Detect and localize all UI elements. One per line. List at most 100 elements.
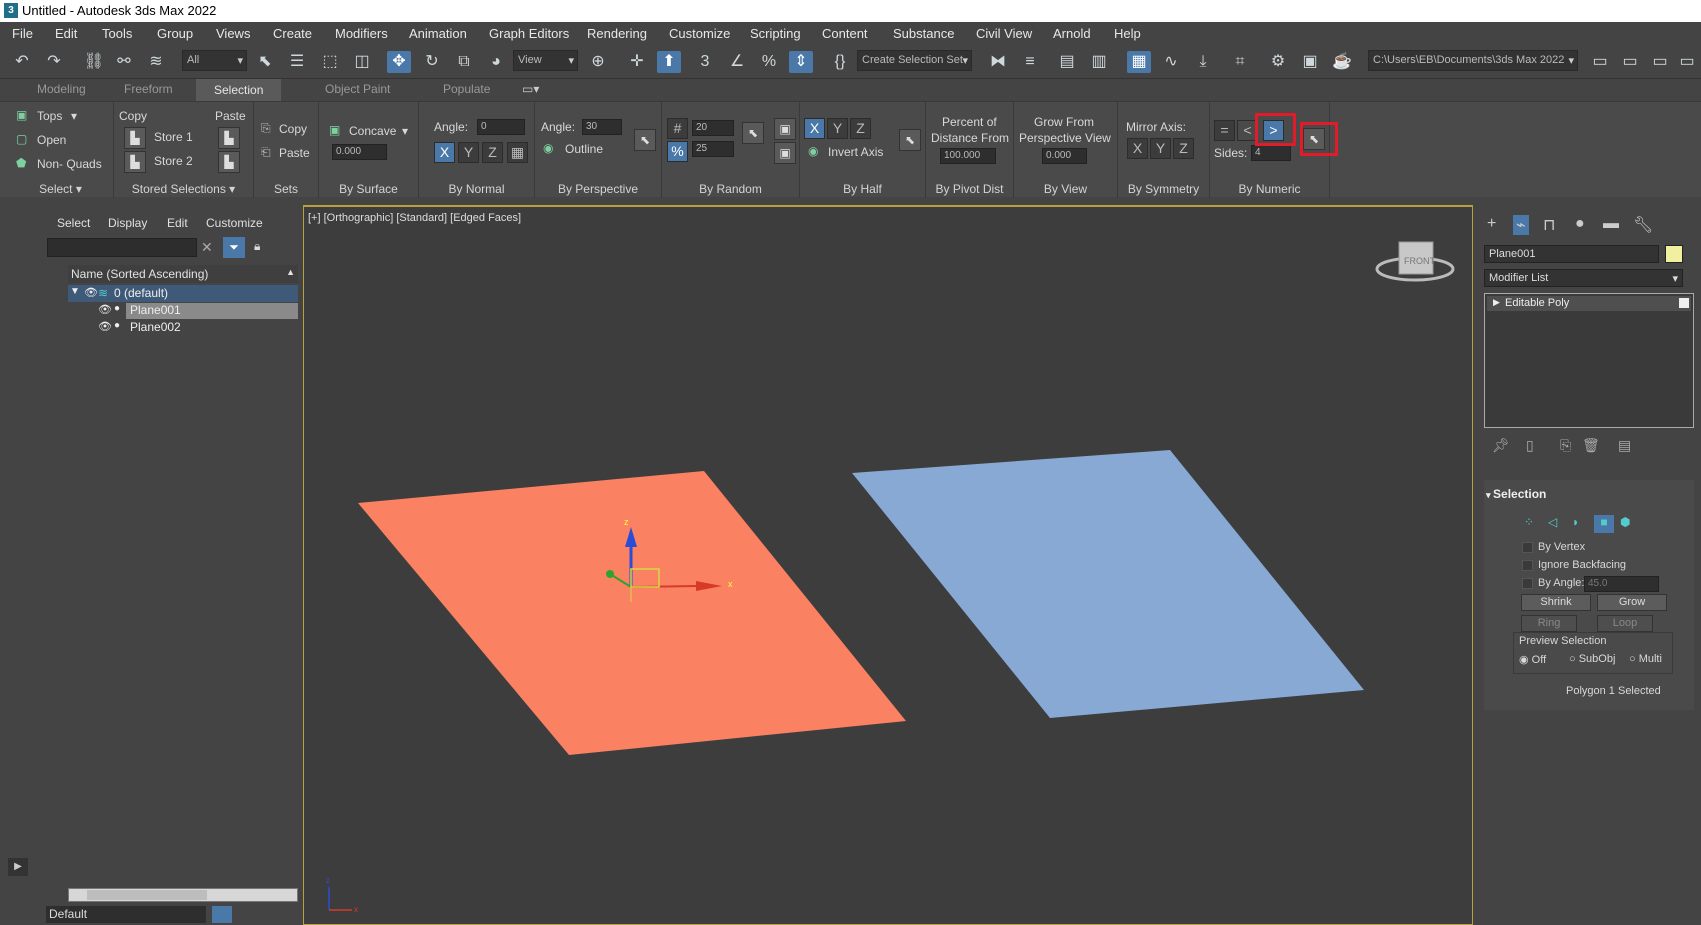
- random-percent-spinner[interactable]: 25: [692, 141, 734, 157]
- surface-value-spinner[interactable]: 0.000: [332, 144, 387, 160]
- eye-icon[interactable]: 👁︎: [84, 286, 98, 299]
- ring-button[interactable]: Ring: [1521, 615, 1577, 632]
- grid-icon[interactable]: ▦: [507, 142, 528, 163]
- schematic-view-icon[interactable]: ⌗: [1228, 51, 1252, 73]
- rotate-icon[interactable]: ↻: [420, 51, 444, 73]
- unlink-icon[interactable]: ⚯: [112, 51, 136, 73]
- make-unique-icon[interactable]: ⎘: [1560, 437, 1571, 454]
- selection-filter-dropdown[interactable]: All: [182, 50, 247, 71]
- menu-help[interactable]: Help: [1114, 26, 1141, 41]
- tab-freeform[interactable]: Freeform: [124, 82, 173, 96]
- expand-icon[interactable]: ▶: [1493, 297, 1500, 308]
- random-grow-icon[interactable]: ▣: [774, 118, 796, 140]
- set-project-icon[interactable]: ▭: [1618, 51, 1642, 73]
- remove-modifier-icon[interactable]: 🗑︎: [1582, 437, 1600, 454]
- menu-file[interactable]: File: [12, 26, 33, 41]
- menu-rendering[interactable]: Rendering: [587, 26, 647, 41]
- expand-icon[interactable]: ▼: [70, 286, 80, 297]
- non-quads-button[interactable]: Non- Quads: [37, 157, 102, 171]
- rect-selection-icon[interactable]: ⬚: [318, 51, 342, 73]
- symmetry-x-button[interactable]: X: [1127, 138, 1148, 159]
- menu-substance[interactable]: Substance: [893, 26, 954, 41]
- concave-dropdown[interactable]: Concave: [349, 124, 396, 138]
- store2-copy-button[interactable]: ▙: [124, 151, 146, 173]
- redo-icon[interactable]: ↷: [42, 51, 66, 73]
- scene-search-input[interactable]: [47, 238, 197, 257]
- symmetry-y-button[interactable]: Y: [1150, 138, 1171, 159]
- keyboard-shortcut-icon[interactable]: ✛: [625, 51, 649, 73]
- half-y-button[interactable]: Y: [827, 118, 848, 139]
- configure-sets-icon[interactable]: ▤: [1618, 437, 1631, 454]
- by-angle-checkbox[interactable]: [1522, 578, 1533, 589]
- menu-arnold[interactable]: Arnold: [1053, 26, 1091, 41]
- store2-paste-button[interactable]: ▙: [218, 151, 240, 173]
- placement-icon[interactable]: ◕: [484, 51, 508, 73]
- outline-label[interactable]: Outline: [565, 142, 603, 156]
- tops-button[interactable]: Tops: [37, 109, 62, 123]
- undo-icon[interactable]: ↶: [10, 51, 34, 73]
- normal-angle-spinner[interactable]: 0: [477, 119, 525, 135]
- tab-populate[interactable]: Populate: [443, 82, 490, 96]
- project-folder-dropdown[interactable]: C:\Users\EB\Documents\3ds Max 2022: [1368, 50, 1578, 71]
- viewport[interactable]: [+] [Orthographic] [Standard] [Edged Fac…: [303, 205, 1473, 925]
- scale-icon[interactable]: ⧉: [452, 51, 476, 73]
- scene-explorer-icon[interactable]: ▦: [1127, 51, 1151, 73]
- preview-multi-radio[interactable]: ○ Multi: [1629, 653, 1662, 665]
- bind-spacewarp-icon[interactable]: ≋: [144, 51, 168, 73]
- menu-create[interactable]: Create: [273, 26, 312, 41]
- normal-y-button[interactable]: Y: [458, 142, 479, 163]
- named-selection-dropdown[interactable]: Create Selection Set: [857, 50, 972, 71]
- object-row[interactable]: 👁︎ ● Plane002: [68, 319, 298, 336]
- edge-icon[interactable]: ◁: [1548, 515, 1557, 529]
- dope-sheet-icon[interactable]: ⤓: [1191, 51, 1215, 73]
- normal-z-button[interactable]: Z: [482, 142, 503, 163]
- menu-modifiers[interactable]: Modifiers: [335, 26, 388, 41]
- project-extra-icon[interactable]: ▭: [1675, 51, 1699, 73]
- menu-views[interactable]: Views: [216, 26, 250, 41]
- polygon-icon[interactable]: ■: [1594, 515, 1614, 533]
- object-row[interactable]: 👁︎ ● Plane001: [68, 302, 298, 319]
- half-z-button[interactable]: Z: [850, 118, 871, 139]
- normal-x-button[interactable]: X: [434, 142, 455, 163]
- display-icon[interactable]: ▬: [1603, 215, 1619, 233]
- utilities-icon[interactable]: 🔧︎: [1633, 215, 1653, 235]
- link-icon[interactable]: ⛓: [82, 51, 106, 73]
- preview-off-radio[interactable]: ◉ Off: [1519, 653, 1546, 666]
- modifier-stack[interactable]: ▶ Editable Poly: [1484, 293, 1694, 428]
- curve-editor-icon[interactable]: ∿: [1159, 51, 1183, 73]
- selection-rollout-title[interactable]: ▾ Selection: [1486, 487, 1546, 501]
- random-shrink-icon[interactable]: ▣: [774, 142, 796, 164]
- layer-explorer-icon[interactable]: [212, 906, 232, 923]
- copy-set-button[interactable]: Copy: [279, 122, 307, 136]
- toggle-ribbon-icon[interactable]: ▥: [1087, 51, 1111, 73]
- motion-icon[interactable]: ●: [1575, 215, 1585, 233]
- menu-group[interactable]: Group: [157, 26, 193, 41]
- pivot-value-spinner[interactable]: 100.000: [940, 148, 996, 164]
- hash-icon[interactable]: #: [667, 118, 688, 139]
- sides-spinner[interactable]: 4: [1251, 145, 1291, 161]
- scene-menu-customize[interactable]: Customize: [206, 216, 263, 230]
- ignore-backfacing-checkbox[interactable]: [1522, 560, 1533, 571]
- layer-explorer-icon[interactable]: ▤: [1055, 51, 1079, 73]
- angle-snap-icon[interactable]: ∠: [725, 51, 749, 73]
- select-object-icon[interactable]: ⬉: [253, 51, 277, 73]
- border-icon[interactable]: ◗: [1572, 515, 1579, 529]
- store1-copy-button[interactable]: ▙: [124, 127, 146, 149]
- ribbon-options-icon[interactable]: ▭▾: [522, 82, 539, 96]
- snap-toggle-icon[interactable]: ⬆: [657, 51, 681, 73]
- mirror-icon[interactable]: ⧓: [986, 51, 1010, 73]
- view-value-spinner[interactable]: 0.000: [1042, 148, 1087, 164]
- menu-civil-view[interactable]: Civil View: [976, 26, 1032, 41]
- object-name-field[interactable]: Plane001: [1484, 245, 1659, 263]
- modify-icon[interactable]: ⌁: [1513, 215, 1529, 235]
- modifier-list-dropdown[interactable]: Modifier List ▾: [1484, 269, 1683, 287]
- render-setup-icon[interactable]: ⚙: [1266, 51, 1290, 73]
- clear-search-icon[interactable]: ✕: [201, 239, 213, 256]
- create-icon[interactable]: +: [1487, 215, 1496, 233]
- scene-menu-display[interactable]: Display: [108, 216, 147, 230]
- perspective-select-button[interactable]: ⬉: [634, 129, 656, 151]
- by-angle-spinner[interactable]: 45.0: [1584, 576, 1659, 592]
- window-crossing-icon[interactable]: ◫: [350, 51, 374, 73]
- element-icon[interactable]: ⬢: [1620, 515, 1630, 529]
- menu-customize[interactable]: Customize: [669, 26, 730, 41]
